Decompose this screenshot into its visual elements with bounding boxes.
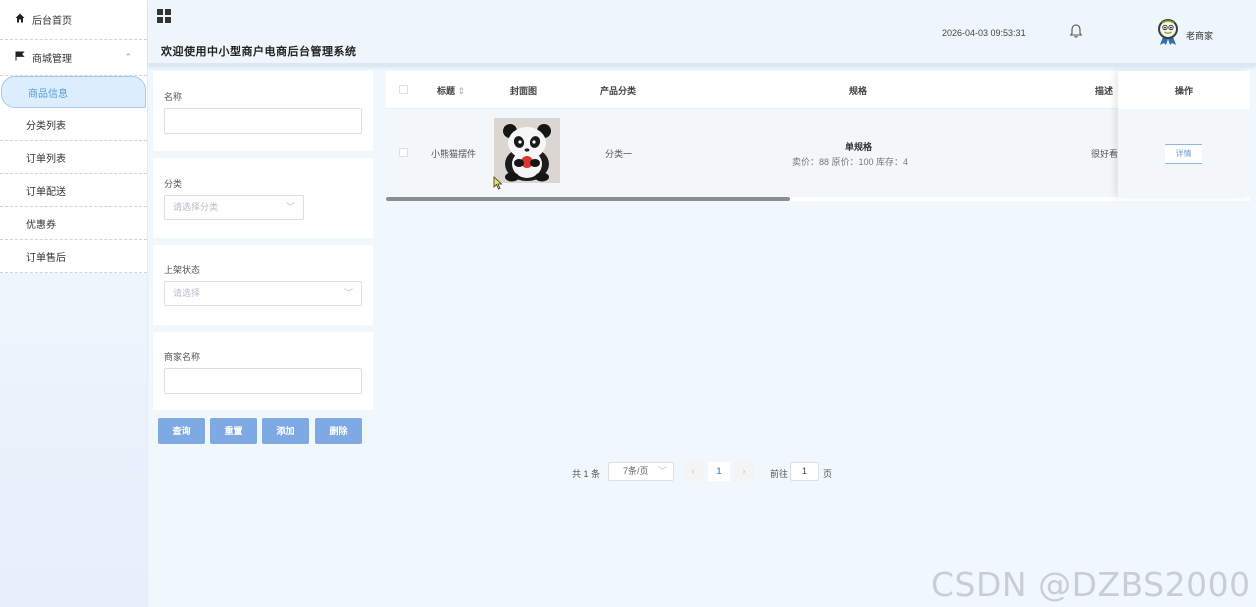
merchant-input[interactable] <box>164 368 362 394</box>
username[interactable]: 老商家 <box>1186 29 1213 42</box>
chevron-down-icon: ﹀ <box>343 288 353 298</box>
add-button[interactable]: 添加 <box>262 418 309 444</box>
delete-button[interactable]: 删除 <box>315 418 362 444</box>
detail-button[interactable]: 详情 <box>1165 144 1202 164</box>
row-checkbox[interactable] <box>399 148 408 157</box>
sidebar-item-label: 商品信息 <box>28 88 68 100</box>
row-spec-title: 单规格 <box>845 142 873 152</box>
sidebar-item-label: 后台首页 <box>32 16 72 27</box>
filter-category-card: 分类 请选择分类 ﹀ <box>153 158 373 238</box>
pagination-total: 共 1 条 <box>572 469 601 479</box>
query-button[interactable]: 查询 <box>158 418 205 444</box>
sidebar-item-label: 分类列表 <box>26 120 66 132</box>
chevron-down-icon: ﹀ <box>285 202 295 212</box>
goto-page-input[interactable]: 1 <box>790 462 819 481</box>
header-category: 产品分类 <box>600 86 637 96</box>
avatar[interactable] <box>1156 18 1180 46</box>
status-select[interactable]: 请选择 ﹀ <box>164 281 362 306</box>
goto-label: 前往 <box>770 469 789 479</box>
filter-name-card: 名称 <box>153 71 373 151</box>
row-category: 分类一 <box>605 149 633 159</box>
sidebar-item-label: 订单售后 <box>26 252 66 264</box>
filter-status-card: 上架状态 请选择 ﹀ <box>153 245 373 325</box>
goto-unit: 页 <box>823 469 833 479</box>
status-placeholder: 请选择 <box>173 288 201 298</box>
category-placeholder: 请选择分类 <box>173 202 219 212</box>
mouse-cursor-icon <box>493 176 503 193</box>
sidebar-item-delivery[interactable]: 订单配送 <box>0 174 147 207</box>
header-spec: 规格 <box>849 86 868 96</box>
datetime-display: 2026-04-03 09:53:31 <box>942 28 1026 38</box>
page-size-value: 7条/页 <box>623 466 649 476</box>
bell-icon[interactable] <box>1068 23 1084 39</box>
home-icon <box>15 13 27 26</box>
chevron-up-icon: ⌃ <box>124 52 132 62</box>
status-label: 上架状态 <box>164 265 201 275</box>
flag-icon <box>15 51 27 64</box>
row-desc: 很好看 <box>1091 149 1119 159</box>
sort-icon[interactable]: ⇕ <box>458 86 466 96</box>
chevron-right-icon: › <box>742 466 746 476</box>
header-desc: 描述 <box>1095 86 1114 96</box>
chevron-down-icon: ﹀ <box>657 466 667 476</box>
next-page-button[interactable]: › <box>734 462 754 481</box>
merchant-label: 商家名称 <box>164 352 201 362</box>
product-thumbnail[interactable] <box>494 118 560 183</box>
name-label: 名称 <box>164 92 183 102</box>
sidebar-item-label: 优惠券 <box>26 219 56 231</box>
sidebar-item-coupons[interactable]: 优惠券 <box>0 207 147 240</box>
name-input[interactable] <box>164 108 362 134</box>
page-title: 欢迎使用中小型商户电商后台管理系统 <box>161 46 357 58</box>
top-header: 欢迎使用中小型商户电商后台管理系统 2026-04-03 09:53:31 老商… <box>148 0 1256 66</box>
page-number-current[interactable]: 1 <box>708 462 730 481</box>
sidebar-item-label: 订单列表 <box>26 153 66 165</box>
sidebar: 后台首页 商城管理 ⌃ 商品信息 分类列表 订单列表 订单配送 优惠券 订单售后 <box>0 0 148 607</box>
sidebar-item-categories[interactable]: 分类列表 <box>0 108 147 141</box>
category-label: 分类 <box>164 179 183 189</box>
filter-merchant-card: 商家名称 <box>153 332 373 410</box>
sidebar-item-home[interactable]: 后台首页 <box>0 0 147 40</box>
row-spec-detail: 卖价：88 原价：100 库存：4 <box>792 157 909 167</box>
watermark: CSDN @DZBS2000 <box>931 565 1251 604</box>
horizontal-scrollbar[interactable] <box>386 197 790 201</box>
sidebar-item-products[interactable]: 商品信息 <box>1 76 146 108</box>
sidebar-item-label: 订单配送 <box>26 186 66 198</box>
category-select[interactable]: 请选择分类 ﹀ <box>164 195 304 220</box>
header-action: 操作 <box>1175 86 1194 96</box>
sidebar-group-mall[interactable]: 商城管理 ⌃ <box>0 40 147 76</box>
product-table: 标题 ⇕ 封面图 产品分类 规格 描述 小熊猫摆件 分类一 单规格 卖价：88 … <box>386 71 1250 201</box>
select-all-checkbox[interactable] <box>399 85 408 94</box>
sidebar-item-after-sales[interactable]: 订单售后 <box>0 240 147 273</box>
header-title[interactable]: 标题 ⇕ <box>437 84 465 97</box>
row-title: 小熊猫摆件 <box>431 149 477 159</box>
sidebar-item-orders[interactable]: 订单列表 <box>0 141 147 174</box>
sidebar-item-label: 商城管理 <box>32 54 72 65</box>
header-title-label: 标题 <box>437 86 456 96</box>
menu-grid-icon[interactable] <box>157 9 171 23</box>
reset-button[interactable]: 重置 <box>210 418 257 444</box>
prev-page-button[interactable]: ‹ <box>683 462 703 481</box>
chevron-left-icon: ‹ <box>691 466 695 476</box>
header-cover: 封面图 <box>510 86 538 96</box>
action-column: 操作 详情 <box>1118 71 1250 197</box>
page-size-select[interactable]: 7条/页 ﹀ <box>608 462 674 481</box>
